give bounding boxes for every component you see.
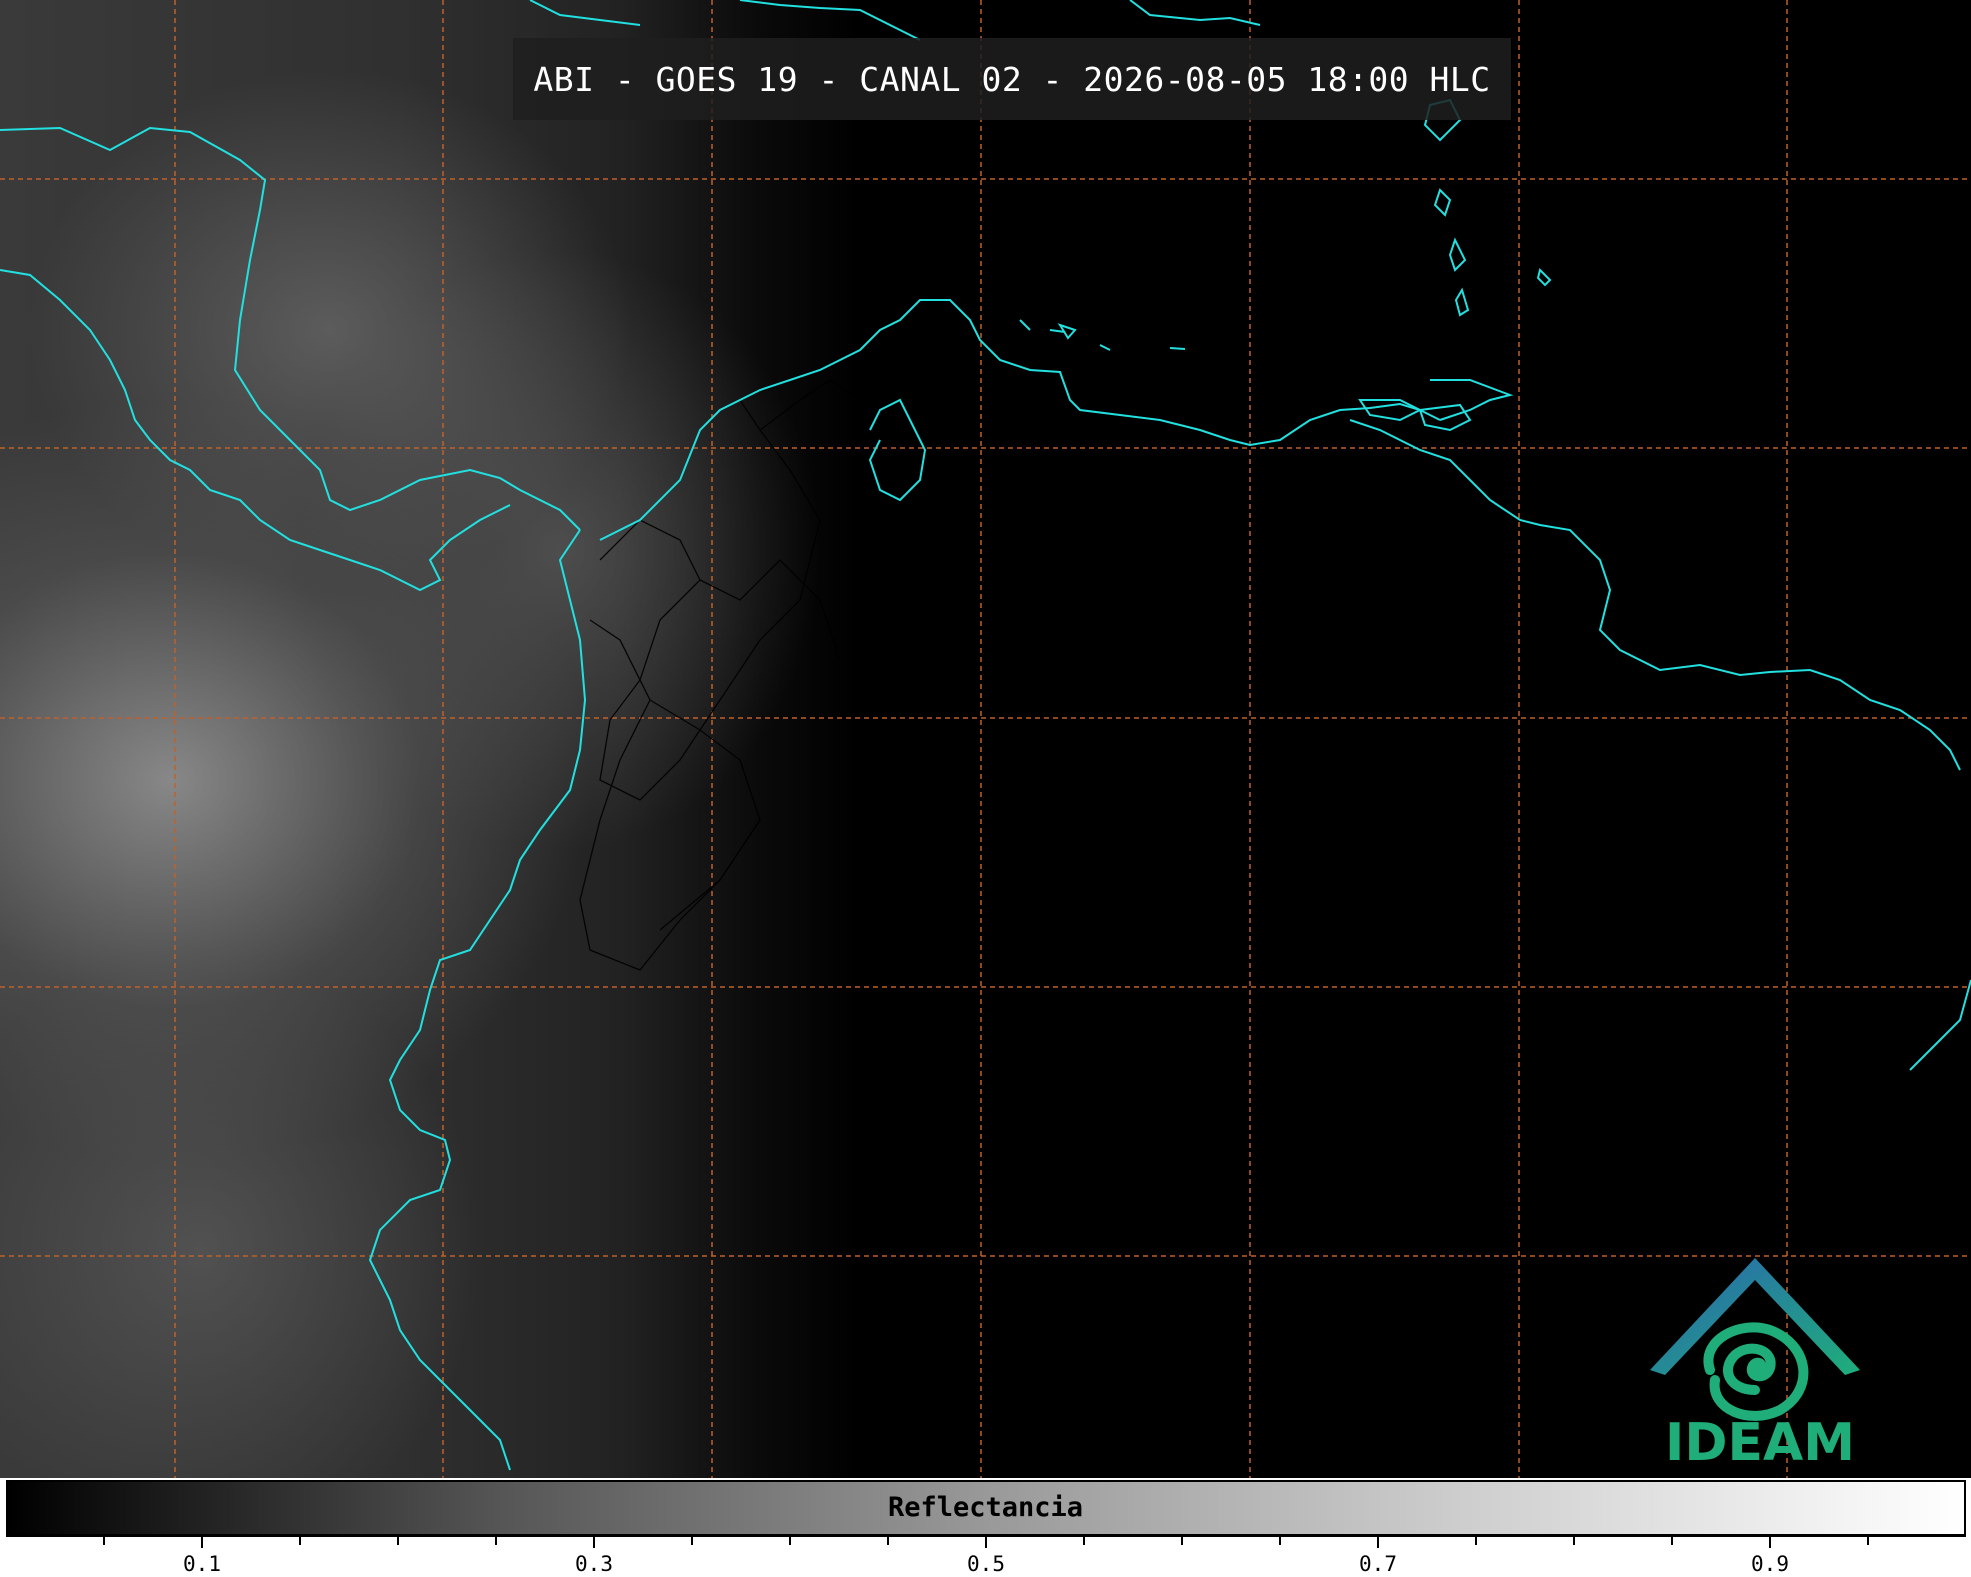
coastline-hispaniola-fragment [1129, 0, 1261, 26]
coastline-central-america [0, 126, 581, 531]
logo-swirl-icon [1703, 1322, 1809, 1421]
map-title-box: ABI - GOES 19 - CANAL 02 - 2026-08-05 18… [513, 38, 1511, 120]
tick-label: 0.7 [1359, 1552, 1397, 1576]
coastline-island [1536, 268, 1552, 287]
coastline-colombia-pacific [368, 529, 587, 1471]
coastline-island [1448, 237, 1467, 272]
coastline-jamaica-fragment [739, 0, 921, 41]
satellite-map-view: ABI - GOES 19 - CANAL 02 - 2026-08-05 18… [0, 0, 1971, 1577]
tick-label: 0.3 [575, 1552, 613, 1576]
border-line [699, 559, 841, 661]
political-borders [579, 379, 881, 971]
coastline-caribbean [599, 299, 1441, 541]
map-title: ABI - GOES 19 - CANAL 02 - 2026-08-05 18… [533, 59, 1491, 99]
coastline-la-guajira [868, 398, 927, 502]
coastline-right-edge [1909, 979, 1971, 1071]
coastline-cuba-fragment [529, 0, 641, 26]
tick-label: 0.1 [183, 1552, 221, 1576]
tick-label: 0.5 [967, 1552, 1005, 1576]
ideam-logo-text: IDEAM [1665, 1413, 1856, 1473]
coastline-island [1454, 287, 1470, 317]
colorbar-panel: Reflectancia 0.1 0.3 0.5 0.7 0.9 [0, 1478, 1971, 1577]
colorbar-label: Reflectancia [887, 1492, 1084, 1523]
coastline-islands-caribbean [1019, 319, 1186, 351]
coastline-central-america-pacific [0, 269, 511, 592]
border-line [579, 619, 761, 971]
coastline-island [1358, 399, 1423, 422]
logo-arch-icon [1650, 1258, 1860, 1375]
border-line [599, 399, 821, 801]
coastline-island [1433, 188, 1452, 217]
coastline-venezuela-mid [1430, 379, 1514, 421]
tick-label: 0.9 [1751, 1552, 1789, 1576]
tick-marks [103, 1536, 1869, 1548]
